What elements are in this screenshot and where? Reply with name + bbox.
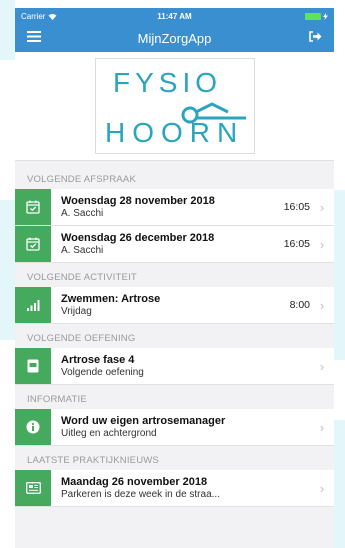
section-header-nieuws: LAATSTE PRAKTIJKNIEUWS bbox=[27, 455, 159, 466]
activity-row[interactable]: Zwemmen: Artrose Vrijdag 8:00 › bbox=[15, 287, 334, 324]
row-title: Word uw eigen artrosemanager bbox=[61, 415, 226, 427]
chevron-right-icon: › bbox=[319, 236, 325, 252]
background-decoration bbox=[0, 0, 15, 60]
status-time: 11:47 AM bbox=[157, 11, 192, 21]
battery-icon bbox=[305, 12, 321, 20]
row-title: Zwemmen: Artrose bbox=[61, 293, 161, 305]
row-subtitle: Volgende oefening bbox=[61, 367, 144, 378]
section-header-afspraak: VOLGENDE AFSPRAAK bbox=[27, 174, 136, 185]
appointment-row[interactable]: Woensdag 26 december 2018 A. Sacchi 16:0… bbox=[15, 226, 334, 263]
row-title: Artrose fase 4 bbox=[61, 354, 135, 366]
news-row[interactable]: Maandag 26 november 2018 Parkeren is dez… bbox=[15, 470, 334, 507]
battery-indicator bbox=[305, 12, 328, 20]
app-title: MijnZorgApp bbox=[137, 30, 212, 46]
information-row[interactable]: Word uw eigen artrosemanager Uitleg en a… bbox=[15, 409, 334, 446]
chevron-right-icon: › bbox=[319, 358, 325, 374]
calendar-check-icon bbox=[15, 189, 51, 225]
row-time: 16:05 bbox=[283, 201, 310, 213]
exercise-card-icon bbox=[15, 348, 51, 384]
charging-icon bbox=[323, 12, 328, 20]
background-decoration bbox=[334, 420, 345, 548]
status-bar: Carrier 11:47 AM bbox=[15, 8, 334, 24]
chevron-right-icon: › bbox=[319, 297, 325, 313]
wifi-icon bbox=[48, 13, 57, 20]
signal-bars-icon bbox=[15, 287, 51, 323]
chevron-right-icon: › bbox=[319, 419, 325, 435]
row-subtitle: A. Sacchi bbox=[61, 245, 104, 256]
row-subtitle: Parkeren is deze week in de straa... bbox=[61, 489, 220, 500]
carrier-label: Carrier bbox=[21, 11, 46, 21]
exercise-row[interactable]: Artrose fase 4 Volgende oefening › bbox=[15, 348, 334, 385]
svg-text:FYSIO: FYSIO bbox=[113, 67, 222, 98]
row-title: Woensdag 26 december 2018 bbox=[61, 232, 215, 244]
row-subtitle: Vrijdag bbox=[61, 306, 92, 317]
row-subtitle: Uitleg en achtergrond bbox=[61, 428, 157, 439]
background-decoration bbox=[334, 190, 345, 360]
row-time: 8:00 bbox=[289, 299, 310, 311]
nav-bar: MijnZorgApp bbox=[15, 24, 334, 52]
app-screen: Carrier 11:47 AM MijnZorgApp FYSIO HOORN… bbox=[15, 8, 334, 548]
logo-area: FYSIO HOORN bbox=[15, 52, 334, 161]
row-time: 16:05 bbox=[283, 238, 310, 250]
chevron-right-icon: › bbox=[319, 199, 325, 215]
practice-logo: FYSIO HOORN bbox=[94, 58, 255, 154]
svg-text:HOORN: HOORN bbox=[105, 117, 244, 148]
row-title: Maandag 26 november 2018 bbox=[61, 476, 208, 488]
section-header-activiteit: VOLGENDE ACTIVITEIT bbox=[27, 272, 137, 283]
calendar-check-icon bbox=[15, 226, 51, 262]
section-header-oefening: VOLGENDE OEFENING bbox=[27, 333, 136, 344]
row-title: Woensdag 28 november 2018 bbox=[61, 195, 215, 207]
appointment-row[interactable]: Woensdag 28 november 2018 A. Sacchi 16:0… bbox=[15, 189, 334, 226]
hamburger-icon[interactable] bbox=[27, 29, 41, 47]
newspaper-icon bbox=[15, 470, 51, 506]
row-subtitle: A. Sacchi bbox=[61, 208, 104, 219]
carrier-indicator: Carrier bbox=[21, 12, 57, 21]
logout-icon[interactable] bbox=[309, 29, 322, 47]
chevron-right-icon: › bbox=[319, 480, 325, 496]
info-icon bbox=[15, 409, 51, 445]
background-decoration bbox=[0, 200, 15, 340]
section-header-informatie: INFORMATIE bbox=[27, 394, 87, 405]
